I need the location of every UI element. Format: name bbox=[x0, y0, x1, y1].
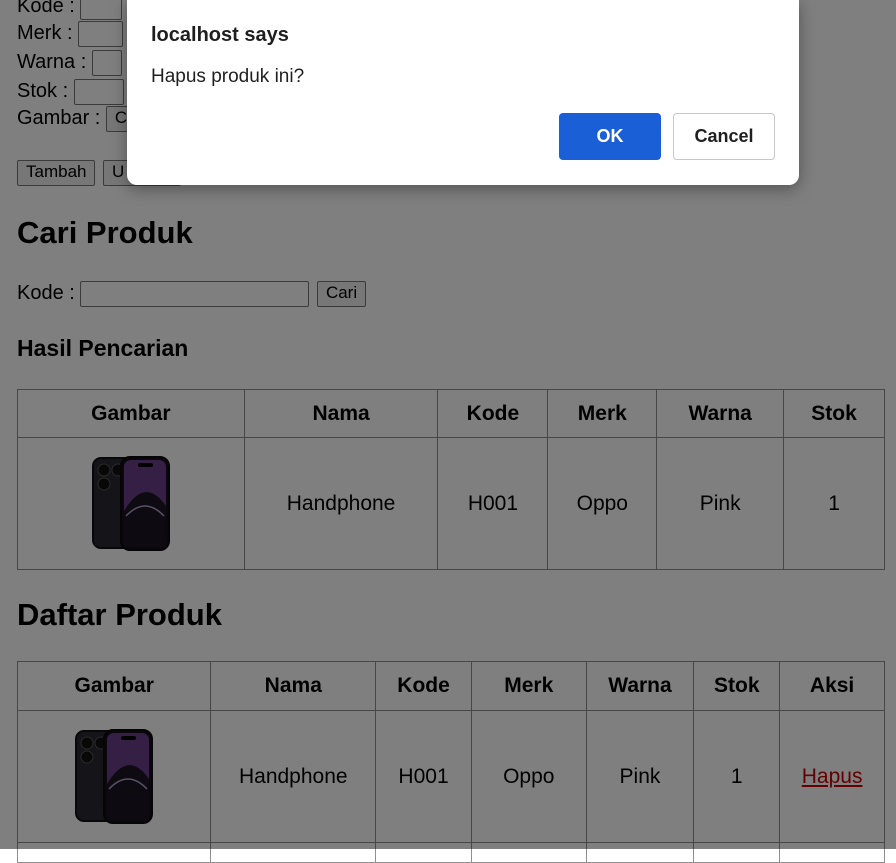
dialog-title: localhost says bbox=[151, 24, 289, 46]
dialog-message: Hapus produk ini? bbox=[151, 66, 305, 87]
ok-button[interactable]: OK bbox=[559, 113, 661, 160]
cancel-button[interactable]: Cancel bbox=[673, 113, 775, 160]
confirm-dialog: localhost says Hapus produk ini? OK Canc… bbox=[127, 0, 799, 185]
